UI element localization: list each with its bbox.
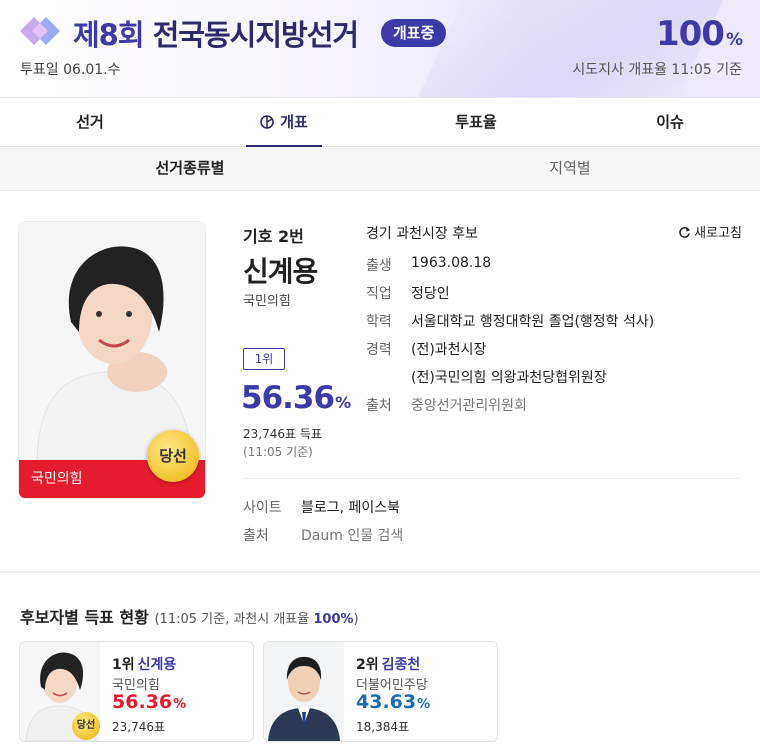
source-value: Daum 인물 검색 xyxy=(301,528,404,544)
divider xyxy=(243,478,740,479)
tab-counting[interactable]: 개표 xyxy=(234,98,334,148)
candidate-number: 기호 2번 xyxy=(243,227,304,246)
winner-badge-small: 당선 xyxy=(72,712,100,740)
refresh-label: 새로고침 xyxy=(694,226,742,241)
candidate-name: 신계용 xyxy=(243,255,318,288)
candidate-result-card[interactable]: 2위 김종천 더불어민주당 43.63% 18,384표 xyxy=(263,641,498,742)
voting-date: 투표일 06.01.수 xyxy=(20,62,121,78)
title-accent: 제8회 xyxy=(73,18,145,52)
info-label-birth: 출생 xyxy=(366,258,392,274)
vote-percentage-value: 56.36 xyxy=(241,380,335,416)
section-separator xyxy=(0,571,760,573)
site-label: 사이트 xyxy=(243,500,282,516)
results-subtitle-suffix: ) xyxy=(353,612,359,627)
info-value-education: 서울대학교 행정대학원 졸업(행정학 석사) xyxy=(411,314,655,330)
result-name: 김종천 xyxy=(381,657,421,673)
info-label-career: 경력 xyxy=(366,342,392,358)
result-percentage-value: 56.36 xyxy=(112,691,173,713)
results-subtitle-rate: 100% xyxy=(313,612,354,627)
result-percentage: 56.36% xyxy=(112,691,186,713)
result-name: 신계용 xyxy=(137,657,177,673)
tab-label: 투표율 xyxy=(455,113,497,131)
tab-election[interactable]: 선거 xyxy=(40,98,140,147)
results-section-title: 후보자별 득표 현황 (11:05 기준, 과천시 개표율 100%) xyxy=(20,604,359,628)
candidate-party: 국민의힘 xyxy=(243,294,291,309)
main-tabs: 선거 개표 투표율 이슈 xyxy=(0,97,760,148)
info-label-job: 직업 xyxy=(366,286,392,302)
rank-badge: 1위 xyxy=(243,348,285,370)
result-rank: 1위 신계용 xyxy=(112,654,176,674)
counting-rate: 100% xyxy=(655,14,743,54)
candidate-race-title: 경기 과천시장 후보 xyxy=(366,226,478,242)
refresh-button[interactable]: 새로고침 xyxy=(678,222,742,241)
election-logo-icon xyxy=(20,17,60,45)
results-title: 후보자별 득표 현황 xyxy=(20,608,149,627)
result-rank: 2위 김종천 xyxy=(356,654,420,674)
tab-turnout[interactable]: 투표율 xyxy=(426,98,526,147)
info-label-education: 학력 xyxy=(366,314,392,330)
tab-label: 선거 xyxy=(76,113,104,131)
tab-label: 개표 xyxy=(280,113,308,131)
vote-percentage: 56.36% xyxy=(241,380,351,416)
counting-rate-unit: % xyxy=(725,30,743,50)
site-links[interactable]: 블로그, 페이스북 xyxy=(301,497,400,517)
info-label-source: 출처 xyxy=(366,398,392,414)
refresh-icon xyxy=(679,226,691,238)
candidate-photo-card[interactable]: 국민의힘 당선 xyxy=(19,222,205,498)
result-percentage-unit: % xyxy=(417,697,431,712)
vote-count: 23,746표 득표 xyxy=(243,427,322,441)
result-percentage-unit: % xyxy=(173,697,187,712)
info-value-career-1: (전)과천시장 xyxy=(411,342,487,358)
election-header: 제8회 전국동시지방선거 개표중 투표일 06.01.수 100% 시도지사 개… xyxy=(0,0,760,97)
info-value-birth: 1963.08.18 xyxy=(411,255,492,271)
candidate-thumbnail xyxy=(264,642,344,741)
candidate-result-card[interactable]: 당선 1위 신계용 국민의힘 56.36% 23,746표 xyxy=(19,641,254,742)
tab-issues[interactable]: 이슈 xyxy=(620,98,720,147)
winner-badge: 당선 xyxy=(147,430,199,482)
vote-percentage-unit: % xyxy=(335,393,351,412)
results-subtitle: (11:05 기준, 과천시 개표율 100%) xyxy=(154,612,358,627)
live-status-badge: 개표중 xyxy=(381,19,447,47)
title-rest: 전국동시지방선거 xyxy=(143,18,359,52)
result-votes: 23,746표 xyxy=(112,720,166,734)
tab-label: 이슈 xyxy=(656,113,684,131)
vote-time: (11:05 기준) xyxy=(243,445,313,459)
source-label: 출처 xyxy=(243,528,269,544)
result-percentage: 43.63% xyxy=(356,691,430,713)
ballot-icon xyxy=(260,115,274,129)
counting-rate-value: 100 xyxy=(655,14,725,54)
result-votes: 18,384표 xyxy=(356,720,410,734)
info-value-job: 정당인 xyxy=(411,286,450,302)
result-rank-label: 2위 xyxy=(356,657,379,673)
subtab-by-region[interactable]: 지역별 xyxy=(380,147,760,190)
sub-tabs: 선거종류별 지역별 xyxy=(0,147,760,191)
counting-rate-caption: 시도지사 개표율 11:05 기준 xyxy=(572,62,742,78)
subtab-by-election-type[interactable]: 선거종류별 xyxy=(0,147,380,190)
page-title: 제8회 전국동시지방선거 xyxy=(73,12,359,54)
result-rank-label: 1위 xyxy=(112,657,135,673)
results-subtitle-prefix: (11:05 기준, 과천시 개표율 xyxy=(154,612,314,627)
info-value-career-2: (전)국민의힘 의왕과천당협위원장 xyxy=(411,370,607,386)
result-percentage-value: 43.63 xyxy=(356,691,417,713)
info-value-source: 중앙선거관리위원회 xyxy=(411,398,527,414)
candidate-photo xyxy=(19,222,205,460)
